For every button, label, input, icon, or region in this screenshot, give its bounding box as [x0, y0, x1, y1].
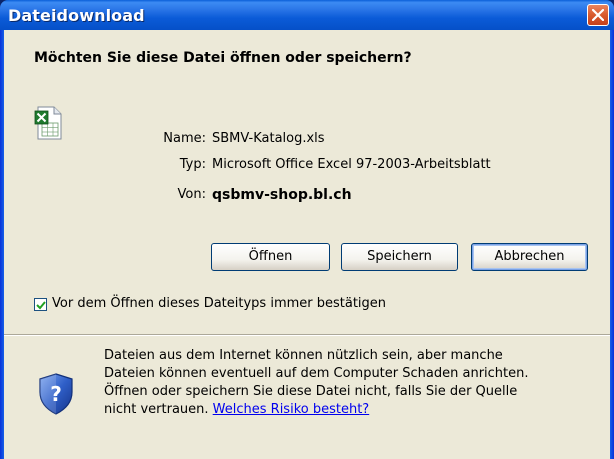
file-type-value: Microsoft Office Excel 97-2003-Arbeitsbl…: [212, 157, 491, 172]
checkmark-icon: [36, 301, 46, 310]
title-bar[interactable]: Dateidownload: [0, 0, 614, 30]
window-title: Dateidownload: [8, 6, 145, 25]
window-frame-right: [610, 30, 614, 459]
close-button[interactable]: [587, 4, 609, 26]
warning-line-2: Dateien können eventuell auf dem Compute…: [104, 366, 529, 381]
always-confirm-checkbox[interactable]: [34, 298, 47, 311]
from-label: Von:: [177, 187, 206, 202]
download-dialog: Dateidownload Möchten Sie diese Datei öf…: [0, 0, 614, 459]
name-label: Name:: [163, 131, 206, 146]
file-source-value: qsbmv-shop.bl.ch: [212, 187, 352, 203]
dialog-question: Möchten Sie diese Datei öffnen oder spei…: [34, 50, 412, 66]
svg-text:?: ?: [50, 382, 62, 406]
warning-line-4: nicht vertrauen. Welches Risiko besteht?: [104, 401, 594, 419]
open-button[interactable]: Öffnen: [211, 243, 330, 271]
always-confirm-label[interactable]: Vor dem Öffnen dieses Dateityps immer be…: [52, 296, 386, 311]
security-warning-text: Dateien aus dem Internet können nützlich…: [104, 347, 594, 419]
type-label: Typ:: [179, 157, 206, 172]
cancel-button[interactable]: Abbrechen: [471, 243, 588, 271]
warning-line-4-text: nicht vertrauen.: [104, 402, 209, 417]
security-shield-icon: ?: [39, 373, 73, 415]
save-button[interactable]: Speichern: [341, 243, 458, 271]
file-name-value: SBMV-Katalog.xls: [212, 131, 325, 146]
excel-file-icon: [34, 106, 62, 140]
close-icon: [592, 9, 604, 21]
divider-highlight: [4, 335, 610, 336]
warning-line-1: Dateien aus dem Internet können nützlich…: [104, 348, 503, 363]
risk-info-link[interactable]: Welches Risiko besteht?: [213, 402, 370, 417]
warning-line-3: Öffnen oder speichern Sie diese Datei ni…: [104, 384, 518, 399]
